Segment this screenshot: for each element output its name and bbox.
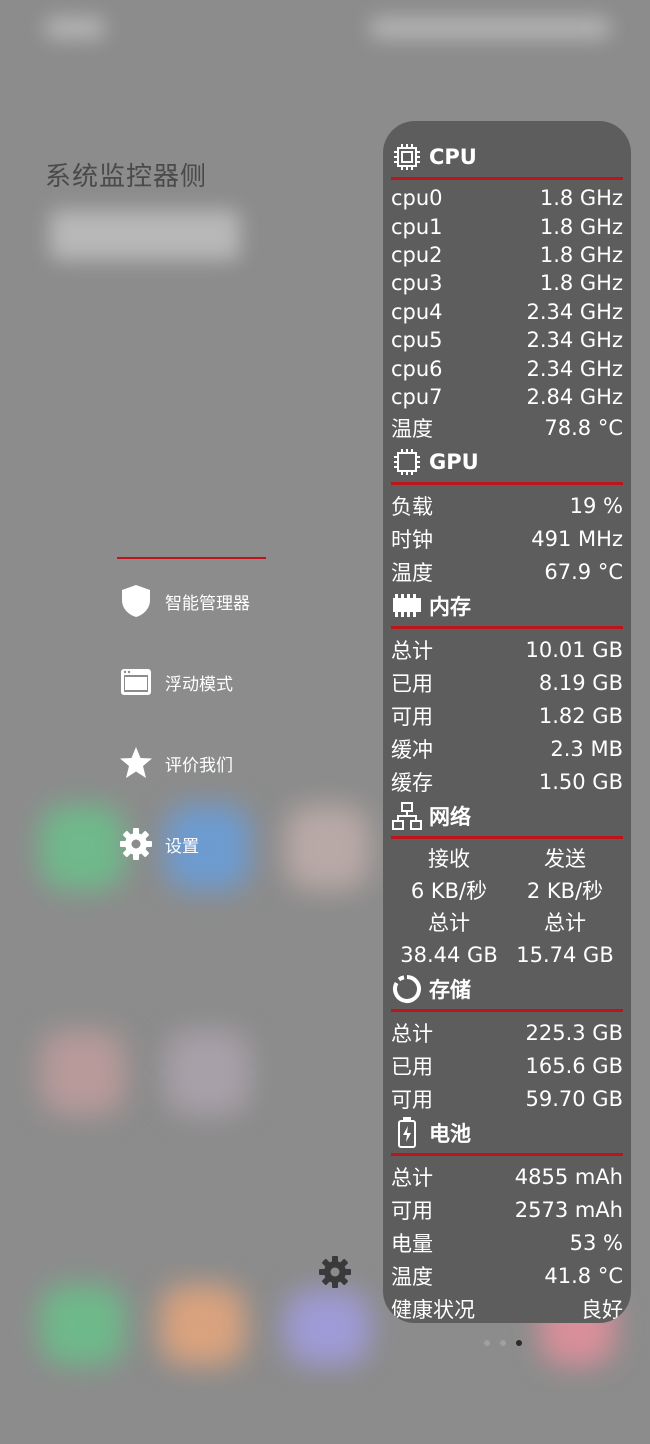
cpu-core-row: cpu0 1.8 GHz xyxy=(391,186,623,211)
gpu-chip-icon xyxy=(391,446,423,478)
storage-row: 已用 165.6 GB xyxy=(391,1053,623,1079)
menu-item-floating-mode[interactable]: 浮动模式 xyxy=(118,661,298,703)
cpu-core-row: cpu3 1.8 GHz xyxy=(391,271,623,296)
menu-item-settings[interactable]: 设置 xyxy=(118,823,298,865)
memory-section-header: 内存 xyxy=(391,588,623,624)
blurred-status-time xyxy=(45,18,105,38)
blurred-dock-icon xyxy=(40,1285,125,1365)
memory-row: 可用 1.82 GB xyxy=(391,703,623,729)
section-divider xyxy=(391,1009,623,1013)
blurred-clock xyxy=(50,210,240,260)
network-icon xyxy=(391,800,423,832)
gpu-row: 时钟 491 MHz xyxy=(391,526,623,552)
network-send-total: 15.74 GB xyxy=(516,943,614,968)
blurred-app-icon xyxy=(165,1030,250,1115)
gpu-section-title: GPU xyxy=(429,450,479,475)
battery-row: 可用 2573 mAh xyxy=(391,1197,623,1223)
cpu-core-row: cpu2 1.8 GHz xyxy=(391,242,623,267)
shield-icon xyxy=(118,583,154,619)
page-indicator xyxy=(484,1340,522,1346)
storage-row: 总计 225.3 GB xyxy=(391,1020,623,1046)
battery-row: 健康状况 良好 xyxy=(391,1297,623,1322)
cpu-core-row: cpu5 2.34 GHz xyxy=(391,328,623,353)
network-receive-rate: 6 KB/秒 xyxy=(410,879,488,904)
memory-row: 总计 10.01 GB xyxy=(391,637,623,663)
menu-item-rate-us[interactable]: 评价我们 xyxy=(118,742,298,784)
page-dot xyxy=(484,1340,490,1346)
network-send-rate: 2 KB/秒 xyxy=(526,879,604,904)
network-section-header: 网络 xyxy=(391,798,623,834)
section-divider xyxy=(391,177,623,180)
drawer-divider xyxy=(117,557,266,559)
cpu-core-row: cpu7 2.84 GHz xyxy=(391,384,623,409)
network-send-total-label: 总计 xyxy=(544,911,586,936)
network-receive-total: 38.44 GB xyxy=(400,943,498,968)
memory-chip-icon xyxy=(391,590,423,622)
system-monitor-panel[interactable]: CPU cpu0 1.8 GHz cpu1 1.8 GHz cpu2 1.8 GHz … xyxy=(383,121,631,1323)
section-divider xyxy=(391,482,623,486)
blurred-app-icon xyxy=(40,1030,125,1115)
cpu-section-header: CPU xyxy=(391,139,623,175)
blurred-dock-icon xyxy=(160,1285,245,1365)
memory-section-title: 内存 xyxy=(429,595,471,620)
battery-row: 总计 4855 mAh xyxy=(391,1164,623,1190)
network-receive-total-label: 总计 xyxy=(428,911,470,936)
storage-ring-icon xyxy=(391,973,423,1005)
network-receive-label: 接收 xyxy=(428,847,470,872)
cpu-core-row: cpu4 2.34 GHz xyxy=(391,299,623,324)
menu-item-smart-manager[interactable]: 智能管理器 xyxy=(118,580,298,622)
network-section-title: 网络 xyxy=(429,805,471,830)
menu-item-label: 评价我们 xyxy=(165,755,233,776)
menu-item-label: 设置 xyxy=(165,836,199,857)
page-title: 系统监控器侧 xyxy=(45,162,208,192)
blurred-app-icon xyxy=(40,805,125,890)
battery-row: 电量 53 % xyxy=(391,1230,623,1256)
cpu-chip-icon xyxy=(391,141,423,173)
battery-section-header: 电池 xyxy=(391,1115,623,1151)
memory-row: 缓冲 2.3 MB xyxy=(391,736,623,762)
menu-item-label: 浮动模式 xyxy=(165,674,233,695)
network-stats-grid: 接收 发送 6 KB/秒 2 KB/秒 总计 总计 38.44 GB 15.74… xyxy=(391,843,623,971)
storage-section-header: 存储 xyxy=(391,971,623,1007)
page-dot-active xyxy=(516,1340,522,1346)
gear-icon[interactable] xyxy=(318,1255,354,1291)
battery-section-title: 电池 xyxy=(429,1122,471,1147)
gpu-section-header: GPU xyxy=(391,444,623,480)
window-icon xyxy=(118,664,154,700)
memory-row: 缓存 1.50 GB xyxy=(391,769,623,795)
battery-charging-icon xyxy=(391,1117,423,1149)
memory-row: 已用 8.19 GB xyxy=(391,670,623,696)
menu-item-label: 智能管理器 xyxy=(165,593,250,614)
gear-icon xyxy=(118,826,154,862)
section-divider xyxy=(391,626,623,630)
star-icon xyxy=(118,745,154,781)
battery-row: 温度 41.8 °C xyxy=(391,1263,623,1289)
cpu-core-row: cpu6 2.34 GHz xyxy=(391,356,623,381)
cpu-section-title: CPU xyxy=(429,145,477,169)
storage-row: 可用 59.70 GB xyxy=(391,1086,623,1112)
network-send-label: 发送 xyxy=(544,847,586,872)
section-divider xyxy=(391,1153,623,1157)
cpu-temperature-row: 温度 78.8 °C xyxy=(391,415,623,441)
gpu-row: 负载 19 % xyxy=(391,493,623,519)
storage-section-title: 存储 xyxy=(429,978,471,1003)
gpu-row: 温度 67.9 °C xyxy=(391,559,623,585)
page-dot xyxy=(500,1340,506,1346)
blurred-dock-icon xyxy=(285,1290,370,1365)
blurred-status-icons xyxy=(370,18,610,38)
section-divider xyxy=(391,836,623,840)
cpu-core-row: cpu1 1.8 GHz xyxy=(391,214,623,239)
